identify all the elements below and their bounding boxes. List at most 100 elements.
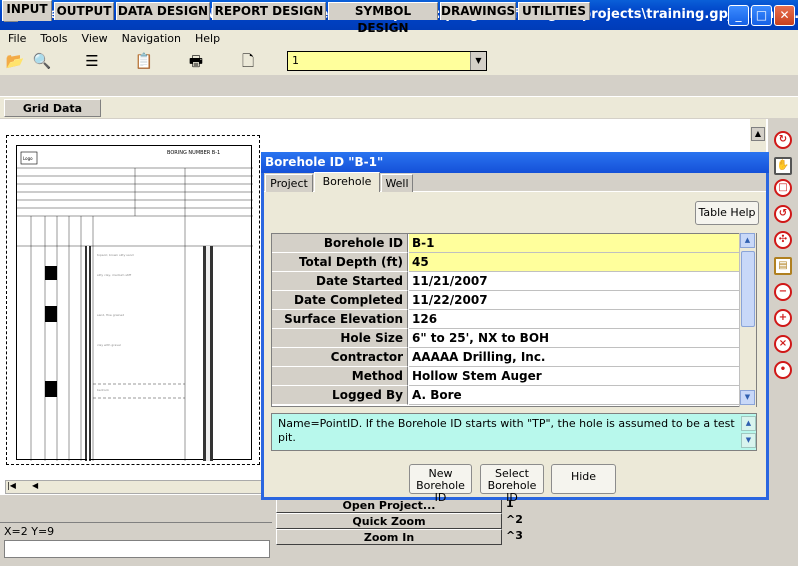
scroll-up-icon[interactable]: ▲ (751, 127, 765, 141)
zoom-out-icon[interactable]: − (774, 283, 792, 301)
hand-pan-icon[interactable]: ✋ (774, 157, 792, 175)
quick-zoom-button[interactable]: Quick Zoom (276, 513, 502, 529)
svg-text:Logo: Logo (23, 156, 33, 161)
undo-zoom-icon[interactable]: ↺ (774, 205, 792, 223)
select-borehole-button[interactable]: Select Borehole ID (480, 464, 544, 504)
main-tab-row (0, 76, 798, 96)
grid-scroll-thumb[interactable] (741, 251, 755, 327)
zoom-in-icon[interactable]: + (774, 309, 792, 327)
preview-horizontal-scrollbar[interactable]: |◀ ◀ (5, 480, 263, 494)
scroll-left-icon[interactable]: ◀ (32, 481, 38, 490)
scroll-up-icon[interactable]: ▲ (741, 416, 756, 431)
tab-grid-data-input[interactable]: Grid Data Input (4, 99, 101, 132)
grid-row: Total Depth (ft) 45 (272, 253, 742, 272)
tab-output[interactable]: OUTPUT (54, 2, 114, 20)
contractor-cell[interactable]: AAAAA Drilling, Inc. (409, 348, 742, 367)
list-icon[interactable]: ☰ (82, 51, 102, 71)
scroll-up-icon[interactable]: ▲ (740, 233, 755, 248)
menu-file[interactable]: File (0, 30, 32, 45)
svg-text:topsoil; brown silty sand: topsoil; brown silty sand (97, 253, 134, 257)
hide-button[interactable]: Hide (551, 464, 616, 494)
date-started-cell[interactable]: 11/21/2007 (409, 272, 742, 291)
tab-utilities[interactable]: UTILITIES (518, 2, 590, 20)
grid-scrollbar[interactable]: ▲ ▼ (739, 233, 756, 407)
open-folder-icon[interactable]: 📂 (5, 51, 25, 71)
menu-tools[interactable]: Tools (32, 30, 73, 45)
svg-text:bedrock: bedrock (97, 388, 109, 392)
zoom-cancel-icon[interactable]: × (774, 335, 792, 353)
command-strip (0, 495, 272, 523)
menu-view[interactable]: View (74, 30, 114, 45)
refresh-icon[interactable]: ↻ (774, 131, 792, 149)
hole-size-cell[interactable]: 6" to 25', NX to BOH (409, 329, 742, 348)
boring-log-drawing: Logo BORING NUMBER B-1 topsoil; brown si… (17, 150, 253, 461)
scroll-first-icon[interactable]: |◀ (7, 481, 16, 490)
boring-log-preview: Logo BORING NUMBER B-1 topsoil; brown si… (16, 145, 253, 461)
new-page-icon[interactable]: 🗋 (238, 51, 258, 71)
field-label: Surface Elevation (ft) (272, 310, 408, 344)
grid-row: Logged By A. Bore (272, 386, 742, 405)
tab-report-design[interactable]: REPORT DESIGN (212, 2, 326, 20)
field-label: Contractor (272, 348, 408, 367)
field-label: Borehole ID (272, 234, 408, 253)
total-depth-cell[interactable]: 45 (409, 253, 742, 272)
chevron-down-icon[interactable]: ▼ (470, 52, 486, 70)
combo-value: 1 (292, 54, 299, 67)
tab-drawings[interactable]: DRAWINGS (440, 2, 516, 20)
right-toolbar: ↻ ✋ □ ↺ ✣ ▤ − + × • (768, 119, 798, 495)
maximize-button[interactable]: □ (751, 5, 772, 26)
tab-well[interactable]: Well (381, 174, 413, 192)
menu-help[interactable]: Help (187, 30, 226, 45)
borehole-id-cell[interactable]: B-1 (409, 234, 742, 253)
zoom-point-icon[interactable]: • (774, 361, 792, 379)
date-completed-cell[interactable]: 11/22/2007 (409, 291, 742, 310)
grid-row: Borehole ID B-1 (272, 234, 742, 253)
grid-row: Surface Elevation (ft) 126 (272, 310, 742, 344)
new-borehole-button[interactable]: New Borehole ID (409, 464, 472, 504)
close-button[interactable]: ✕ (774, 5, 795, 26)
grid-row: Date Completed 11/22/2007 (272, 291, 742, 310)
method-cell[interactable]: Hollow Stem Auger (409, 367, 742, 386)
status-input[interactable] (4, 540, 270, 558)
field-label: Date Started (272, 272, 408, 291)
tab-project[interactable]: Project (265, 174, 313, 192)
coordinate-readout: X=2 Y=9 (4, 525, 55, 538)
sub-tab-row (0, 96, 798, 118)
surface-elevation-cell[interactable]: 126 (409, 310, 742, 329)
project-combo[interactable]: 1 ▼ (287, 51, 487, 71)
grid-row: Date Started 11/21/2007 (272, 272, 742, 291)
logged-by-cell[interactable]: A. Bore (409, 386, 742, 405)
menu-navigation[interactable]: Navigation (114, 30, 187, 45)
borehole-grid: Borehole ID B-1 Total Depth (ft) 45 Date… (271, 233, 757, 407)
grid-row: Hole Size 6" to 25', NX to BOH (272, 329, 742, 348)
minimize-button[interactable]: _ (728, 5, 749, 26)
tab-symbol-design[interactable]: SYMBOL DESIGN (328, 2, 438, 35)
svg-text:sand, fine grained: sand, fine grained (97, 313, 124, 317)
table-help-button[interactable]: Table Help (695, 201, 759, 225)
zoom-window-icon[interactable]: □ (774, 179, 792, 197)
tab-input[interactable]: INPUT (2, 0, 52, 21)
field-label: Method (272, 367, 408, 386)
field-label: Hole Size (272, 329, 408, 348)
scroll-down-icon[interactable]: ▼ (740, 390, 755, 405)
tab-data-design[interactable]: DATA DESIGN (116, 2, 210, 20)
field-label: Logged By (272, 386, 408, 405)
field-label: Date Completed (272, 291, 408, 310)
zoom-extents-icon[interactable]: ✣ (774, 231, 792, 249)
zoom-in-shortcut: ^3 (506, 529, 523, 542)
find-folder-icon[interactable]: 🔍 (32, 51, 52, 71)
grid-row: Contractor AAAAA Drilling, Inc. (272, 348, 742, 367)
preview-heading: BORING NUMBER B-1 (167, 150, 220, 156)
page-icon[interactable]: ▤ (774, 257, 792, 275)
scroll-down-icon[interactable]: ▼ (741, 433, 756, 448)
field-help-note: Name=PointID. If the Borehole ID starts … (271, 413, 757, 451)
dialog-title[interactable]: Borehole ID "B-1" (261, 152, 769, 173)
zoom-in-button[interactable]: Zoom In (276, 529, 502, 545)
grid-row: Method Hollow Stem Auger (272, 367, 742, 386)
quick-zoom-shortcut: ^2 (506, 513, 523, 526)
tab-borehole[interactable]: Borehole (314, 172, 380, 192)
svg-text:clay with gravel: clay with gravel (97, 343, 121, 347)
notes-icon[interactable]: 📋 (134, 51, 154, 71)
note-text: Name=PointID. If the Borehole ID starts … (278, 417, 735, 444)
printer-icon[interactable]: 🖶 (186, 51, 206, 71)
